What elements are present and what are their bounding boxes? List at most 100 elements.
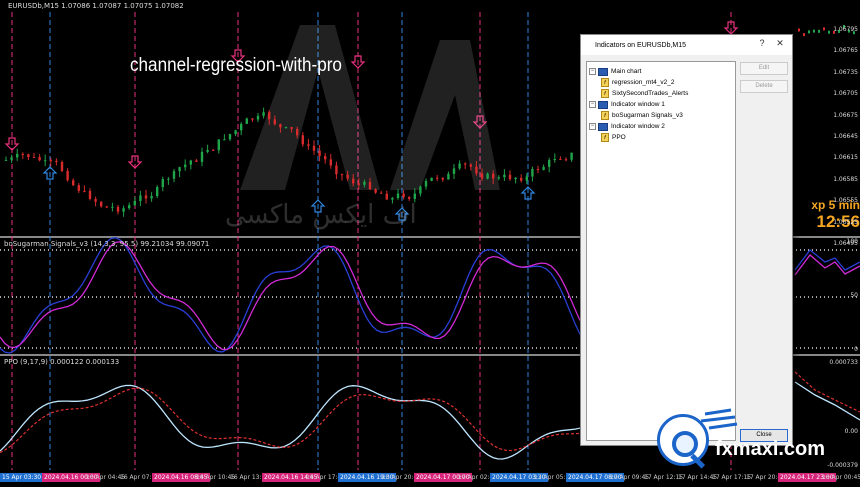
collapse-icon[interactable]: − bbox=[589, 68, 596, 75]
candle-body bbox=[105, 206, 108, 208]
candle-body bbox=[798, 28, 800, 32]
chart-window-icon bbox=[598, 122, 608, 131]
overlay-label: channel-regression-with-pro bbox=[130, 55, 342, 76]
stoch-main-line bbox=[0, 237, 581, 354]
tree-indicator-node[interactable]: f boSugarman Signals_v3 bbox=[589, 110, 733, 121]
candle-body bbox=[195, 160, 198, 162]
candle-body bbox=[144, 195, 148, 199]
price-axis-label: 1.06795 bbox=[833, 26, 858, 33]
candle-body bbox=[296, 128, 299, 136]
delete-button[interactable]: Delete bbox=[740, 80, 788, 93]
ppo-main-line bbox=[0, 384, 581, 460]
candle-body bbox=[307, 144, 310, 146]
time-axis-label: 15 Apr 03:30 bbox=[0, 473, 44, 482]
indicators-dialog[interactable]: Indicators on EURUSDb,M15 ? ✕ − Main char… bbox=[580, 34, 793, 446]
candle-body bbox=[828, 30, 830, 34]
dialog-title: Indicators on EURUSDb,M15 bbox=[595, 41, 687, 49]
candle-body bbox=[475, 166, 478, 174]
candle-body bbox=[77, 185, 80, 191]
chart-header: EURUSDb,M15 1.07086 1.07087 1.07075 1.07… bbox=[8, 2, 184, 10]
tree-indicator-node[interactable]: f regression_mt4_v2_2 bbox=[589, 77, 733, 88]
candle-body bbox=[508, 174, 512, 180]
candle-body bbox=[335, 165, 338, 175]
price-axis-label: 1.06525 bbox=[833, 218, 858, 226]
candle-body bbox=[16, 153, 19, 158]
price-axis-label: 1.06555 bbox=[833, 197, 858, 205]
candle-body bbox=[340, 174, 344, 176]
chart-window-icon bbox=[598, 100, 608, 109]
candle-body bbox=[352, 178, 355, 184]
dialog-titlebar[interactable]: Indicators on EURUSDb,M15 ? ✕ bbox=[581, 35, 792, 55]
magnifier-badge-icon bbox=[657, 414, 709, 469]
candle-body bbox=[268, 112, 271, 120]
help-button[interactable]: ? bbox=[755, 38, 769, 48]
candle-body bbox=[139, 195, 142, 202]
price-axis-label: 1.06675 bbox=[833, 111, 858, 119]
indicator-fx-icon: f bbox=[601, 133, 609, 142]
candle-body bbox=[10, 157, 13, 160]
candle-body bbox=[514, 177, 517, 180]
candle-body bbox=[251, 118, 254, 120]
symbol-header: EURUSDb,M15 bbox=[8, 2, 59, 10]
indicator-fx-icon: f bbox=[601, 89, 609, 98]
candle-body bbox=[122, 208, 125, 212]
candle-body bbox=[374, 189, 377, 193]
tree-node-label: Indicator window 1 bbox=[611, 101, 665, 108]
indicator-tree[interactable]: − Main chart f regression_mt4_v2_2 f SixtySec… bbox=[586, 61, 736, 441]
candle-body bbox=[808, 30, 810, 34]
candle-body bbox=[385, 193, 388, 200]
candle-body bbox=[44, 160, 47, 162]
tree-indicator-node[interactable]: f SixtySecondTrades_Alerts bbox=[589, 88, 733, 99]
ppo-signal-line bbox=[794, 371, 860, 413]
candle-body bbox=[116, 206, 120, 212]
candle-body bbox=[312, 145, 316, 151]
candle-body bbox=[228, 134, 232, 140]
edit-button[interactable]: Edit bbox=[740, 62, 788, 75]
candle-body bbox=[156, 187, 159, 197]
candle-body bbox=[49, 160, 52, 162]
candle-body bbox=[329, 159, 332, 166]
candle-body bbox=[363, 181, 366, 185]
logo-text: fxmaxi.com bbox=[715, 438, 826, 460]
collapse-icon[interactable]: − bbox=[589, 123, 596, 130]
price-axis-label: 1.06765 bbox=[833, 47, 858, 55]
tree-window-node[interactable]: − Main chart bbox=[589, 66, 733, 77]
candle-body bbox=[206, 149, 209, 152]
indicator-fx-icon: f bbox=[601, 111, 609, 120]
time-axis-label: 18 Apr 00:45 bbox=[822, 474, 860, 481]
price-axis-label: 1.06645 bbox=[833, 133, 858, 140]
candle-body bbox=[531, 168, 534, 177]
candle-body bbox=[100, 201, 103, 207]
tree-node-label: SixtySecondTrades_Alerts bbox=[612, 90, 689, 97]
candle-body bbox=[284, 127, 288, 129]
candle-body bbox=[447, 173, 450, 180]
candle-body bbox=[458, 163, 461, 169]
pane2-axis-label: 100 bbox=[846, 238, 858, 245]
candle-body bbox=[497, 177, 500, 179]
candle-body bbox=[441, 177, 444, 180]
price-axis-label: 1.06705 bbox=[833, 90, 858, 98]
candle-body bbox=[223, 139, 226, 141]
candle-body bbox=[503, 174, 506, 178]
watermark-arabic: اف ایکس ماکسی bbox=[225, 200, 417, 230]
pane3-axis-label: 0.000733 bbox=[829, 359, 858, 366]
tree-indicator-node[interactable]: f PPO bbox=[589, 132, 733, 143]
candle-body bbox=[803, 33, 805, 37]
candle-body bbox=[234, 130, 237, 135]
candle-body bbox=[486, 173, 489, 179]
candle-body bbox=[818, 29, 820, 33]
candle-body bbox=[402, 193, 405, 198]
close-x-button[interactable]: ✕ bbox=[773, 38, 787, 49]
candle-body bbox=[279, 124, 282, 128]
collapse-icon[interactable]: − bbox=[589, 101, 596, 108]
candle-body bbox=[469, 164, 472, 167]
candle-body bbox=[240, 123, 243, 131]
tree-node-label: Main chart bbox=[611, 68, 642, 75]
pane3-title: PPO (9,17,9) 0.000122 0.000133 bbox=[4, 358, 120, 366]
candle-body bbox=[413, 193, 416, 199]
tree-window-node[interactable]: − Indicator window 2 bbox=[589, 121, 733, 132]
candle-body bbox=[419, 186, 422, 194]
tree-window-node[interactable]: − Indicator window 1 bbox=[589, 99, 733, 110]
candle-body bbox=[324, 156, 327, 160]
pane2-title: boSugarman Signals_v3 (14,3,3, 95.5) 99.… bbox=[4, 240, 210, 248]
